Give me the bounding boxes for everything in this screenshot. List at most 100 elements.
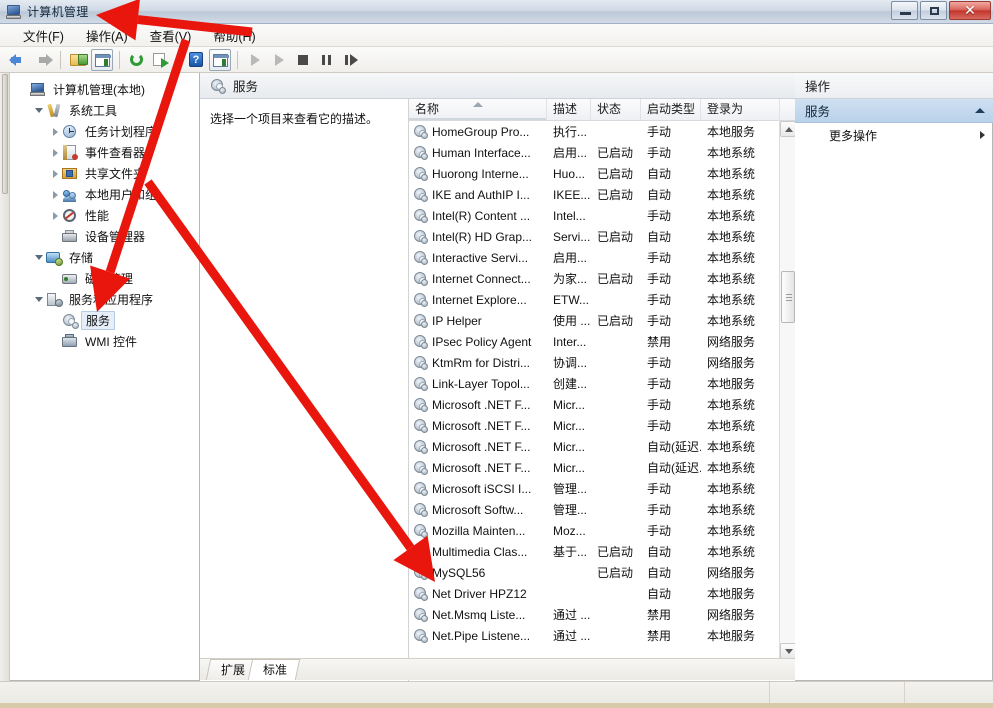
chevron-right-icon[interactable] bbox=[52, 148, 58, 157]
services-list-scrollbar[interactable] bbox=[779, 121, 796, 659]
maximize-restore-button[interactable] bbox=[920, 1, 947, 20]
tree-item-local-users-and-groups[interactable]: 本地用户和组 bbox=[10, 184, 199, 205]
tree-item-performance[interactable]: 性能 bbox=[10, 205, 199, 226]
tree-expander[interactable] bbox=[48, 211, 62, 220]
table-row[interactable]: HomeGroup Pro... 执行... 手动 本地服务 bbox=[409, 121, 780, 142]
chevron-right-icon[interactable] bbox=[52, 211, 58, 220]
scroll-up-icon[interactable] bbox=[780, 121, 796, 137]
tree-expander[interactable] bbox=[32, 255, 46, 260]
chevron-down-icon[interactable] bbox=[35, 108, 43, 113]
tree-item-wmi-control[interactable]: WMI 控件 bbox=[10, 331, 199, 352]
cell-name: Mozilla Mainten... bbox=[409, 523, 547, 538]
column-header-2[interactable]: 状态 bbox=[591, 99, 641, 120]
services-list: 名称 描述 状态 启动类型 登录为 HomeGroup Pro... 执行... 手动 本地服… bbox=[408, 99, 796, 681]
menu-help[interactable]: 帮助(H) bbox=[204, 24, 264, 47]
tree-item-storage[interactable]: 存储 bbox=[10, 247, 199, 268]
chevron-down-icon[interactable] bbox=[35, 255, 43, 260]
column-header-1[interactable]: 描述 bbox=[547, 99, 591, 120]
tree-expander[interactable] bbox=[48, 169, 62, 178]
tree-expander[interactable] bbox=[32, 108, 46, 113]
minimize-button[interactable] bbox=[891, 1, 918, 20]
table-row[interactable]: Microsoft .NET F... Micr... 自动(延迟... 本地系统 bbox=[409, 457, 780, 478]
table-row[interactable]: Net Driver HPZ12 自动 本地服务 bbox=[409, 583, 780, 604]
chevron-right-icon[interactable] bbox=[52, 127, 58, 136]
actions-section-services[interactable]: 服务 bbox=[795, 99, 993, 123]
export-list-icon[interactable] bbox=[150, 49, 172, 71]
tree-item-task-scheduler[interactable]: 任务计划程序 bbox=[10, 121, 199, 142]
table-row[interactable]: Link-Layer Topol... 创建... 手动 本地服务 bbox=[409, 373, 780, 394]
table-row[interactable]: IKE and AuthIP I... IKEE... 已启动 自动 本地系统 bbox=[409, 184, 780, 205]
table-row[interactable]: Internet Explore... ETW... 手动 本地系统 bbox=[409, 289, 780, 310]
cell-name: Huorong Interne... bbox=[409, 166, 547, 181]
table-row[interactable]: IP Helper 使用 ... 已启动 手动 本地系统 bbox=[409, 310, 780, 331]
refresh-icon[interactable] bbox=[126, 49, 148, 71]
table-row[interactable]: MySQL56 已启动 自动 网络服务 bbox=[409, 562, 780, 583]
table-row[interactable]: Mozilla Mainten... Moz... 手动 本地系统 bbox=[409, 520, 780, 541]
start-service-icon[interactable] bbox=[244, 49, 266, 71]
back-icon[interactable] bbox=[8, 49, 30, 71]
tree-item-services-and-applications[interactable]: 服务和应用程序 bbox=[10, 289, 199, 310]
table-row[interactable]: Microsoft .NET F... Micr... 自动(延迟... 本地系统 bbox=[409, 436, 780, 457]
table-row[interactable]: Human Interface... 启用... 已启动 手动 本地系统 bbox=[409, 142, 780, 163]
column-header-4[interactable]: 登录为 bbox=[701, 99, 780, 120]
table-row[interactable]: Microsoft .NET F... Micr... 手动 本地系统 bbox=[409, 415, 780, 436]
tree-expander[interactable] bbox=[48, 190, 62, 199]
tree-item-disk-management[interactable]: 磁盘管理 bbox=[10, 268, 199, 289]
table-row[interactable]: Net.Pipe Listene... 通过 ... 禁用 本地服务 bbox=[409, 625, 780, 646]
table-row[interactable]: Microsoft Softw... 管理... 手动 本地系统 bbox=[409, 499, 780, 520]
tree-item-system-tools[interactable]: 系统工具 bbox=[10, 100, 199, 121]
chevron-right-icon[interactable] bbox=[52, 169, 58, 178]
tree-item-device-manager[interactable]: 设备管理器 bbox=[10, 226, 199, 247]
table-row[interactable]: IPsec Policy Agent Inter... 禁用 网络服务 bbox=[409, 331, 780, 352]
up-folder-icon[interactable] bbox=[67, 49, 89, 71]
table-row[interactable]: Multimedia Clas... 基于... 已启动 自动 本地系统 bbox=[409, 541, 780, 562]
table-row[interactable]: Intel(R) Content ... Intel... 手动 本地系统 bbox=[409, 205, 780, 226]
pause-service-icon[interactable] bbox=[316, 49, 338, 71]
window-vertical-scrollbar[interactable] bbox=[0, 73, 10, 681]
restart-service-icon[interactable] bbox=[340, 49, 362, 71]
table-row[interactable]: Internet Connect... 为家... 已启动 手动 本地系统 bbox=[409, 268, 780, 289]
action-more-actions[interactable]: 更多操作 bbox=[795, 123, 993, 147]
column-header-0[interactable]: 名称 bbox=[409, 99, 547, 120]
tab-label: 标准 bbox=[263, 663, 288, 677]
show-hide-action-pane-icon[interactable] bbox=[209, 48, 231, 71]
forward-icon[interactable] bbox=[32, 49, 54, 71]
table-row[interactable]: Interactive Servi... 启用... 手动 本地系统 bbox=[409, 247, 780, 268]
table-row[interactable]: Huorong Interne... Huo... 已启动 自动 本地系统 bbox=[409, 163, 780, 184]
scroll-down-icon[interactable] bbox=[780, 643, 796, 659]
chevron-right-icon[interactable] bbox=[52, 190, 58, 199]
show-hide-console-tree-icon[interactable] bbox=[91, 48, 113, 71]
chevron-down-icon[interactable] bbox=[35, 297, 43, 302]
gear-icon bbox=[413, 418, 428, 433]
menu-action[interactable]: 操作(A) bbox=[77, 24, 137, 47]
close-button[interactable]: ✕ bbox=[949, 1, 991, 20]
table-row[interactable]: Net.Msmq Liste... 通过 ... 禁用 网络服务 bbox=[409, 604, 780, 625]
window-scrollbar-thumb[interactable] bbox=[2, 74, 8, 194]
menu-file[interactable]: 文件(F) bbox=[14, 24, 73, 47]
help-icon[interactable]: ? bbox=[185, 49, 207, 71]
resume-service-icon[interactable] bbox=[268, 49, 290, 71]
service-name: Microsoft Softw... bbox=[432, 502, 524, 517]
tree-item-computer-management[interactable]: 计算机管理(本地) bbox=[10, 79, 199, 100]
tree-expander[interactable] bbox=[48, 148, 62, 157]
chevron-up-icon[interactable] bbox=[975, 108, 985, 113]
cell-status: 已启动 bbox=[597, 545, 634, 559]
scrollbar-thumb[interactable] bbox=[781, 271, 795, 323]
tree-item-event-viewer[interactable]: 事件查看器 bbox=[10, 142, 199, 163]
menu-view[interactable]: 查看(V) bbox=[141, 24, 201, 47]
table-row[interactable]: Microsoft iSCSI I... 管理... 手动 本地系统 bbox=[409, 478, 780, 499]
users-icon bbox=[62, 187, 79, 203]
tab-label: 扩展 bbox=[221, 663, 246, 677]
table-row[interactable]: KtmRm for Distri... 协调... 手动 网络服务 bbox=[409, 352, 780, 373]
tree-expander[interactable] bbox=[48, 127, 62, 136]
tab-standard[interactable]: 标准 bbox=[247, 659, 301, 680]
tree-item-shared-folders[interactable]: 共享文件夹 bbox=[10, 163, 199, 184]
tree-item-services[interactable]: 服务 bbox=[10, 310, 199, 331]
table-row[interactable]: Intel(R) HD Grap... Servi... 已启动 自动 本地系统 bbox=[409, 226, 780, 247]
table-row[interactable]: Microsoft .NET F... Micr... 手动 本地系统 bbox=[409, 394, 780, 415]
stop-service-icon[interactable] bbox=[292, 49, 314, 71]
column-header-3[interactable]: 启动类型 bbox=[641, 99, 701, 120]
gear-icon bbox=[413, 229, 428, 244]
tree-item-label: 共享文件夹 bbox=[85, 167, 146, 181]
tree-expander[interactable] bbox=[32, 297, 46, 302]
